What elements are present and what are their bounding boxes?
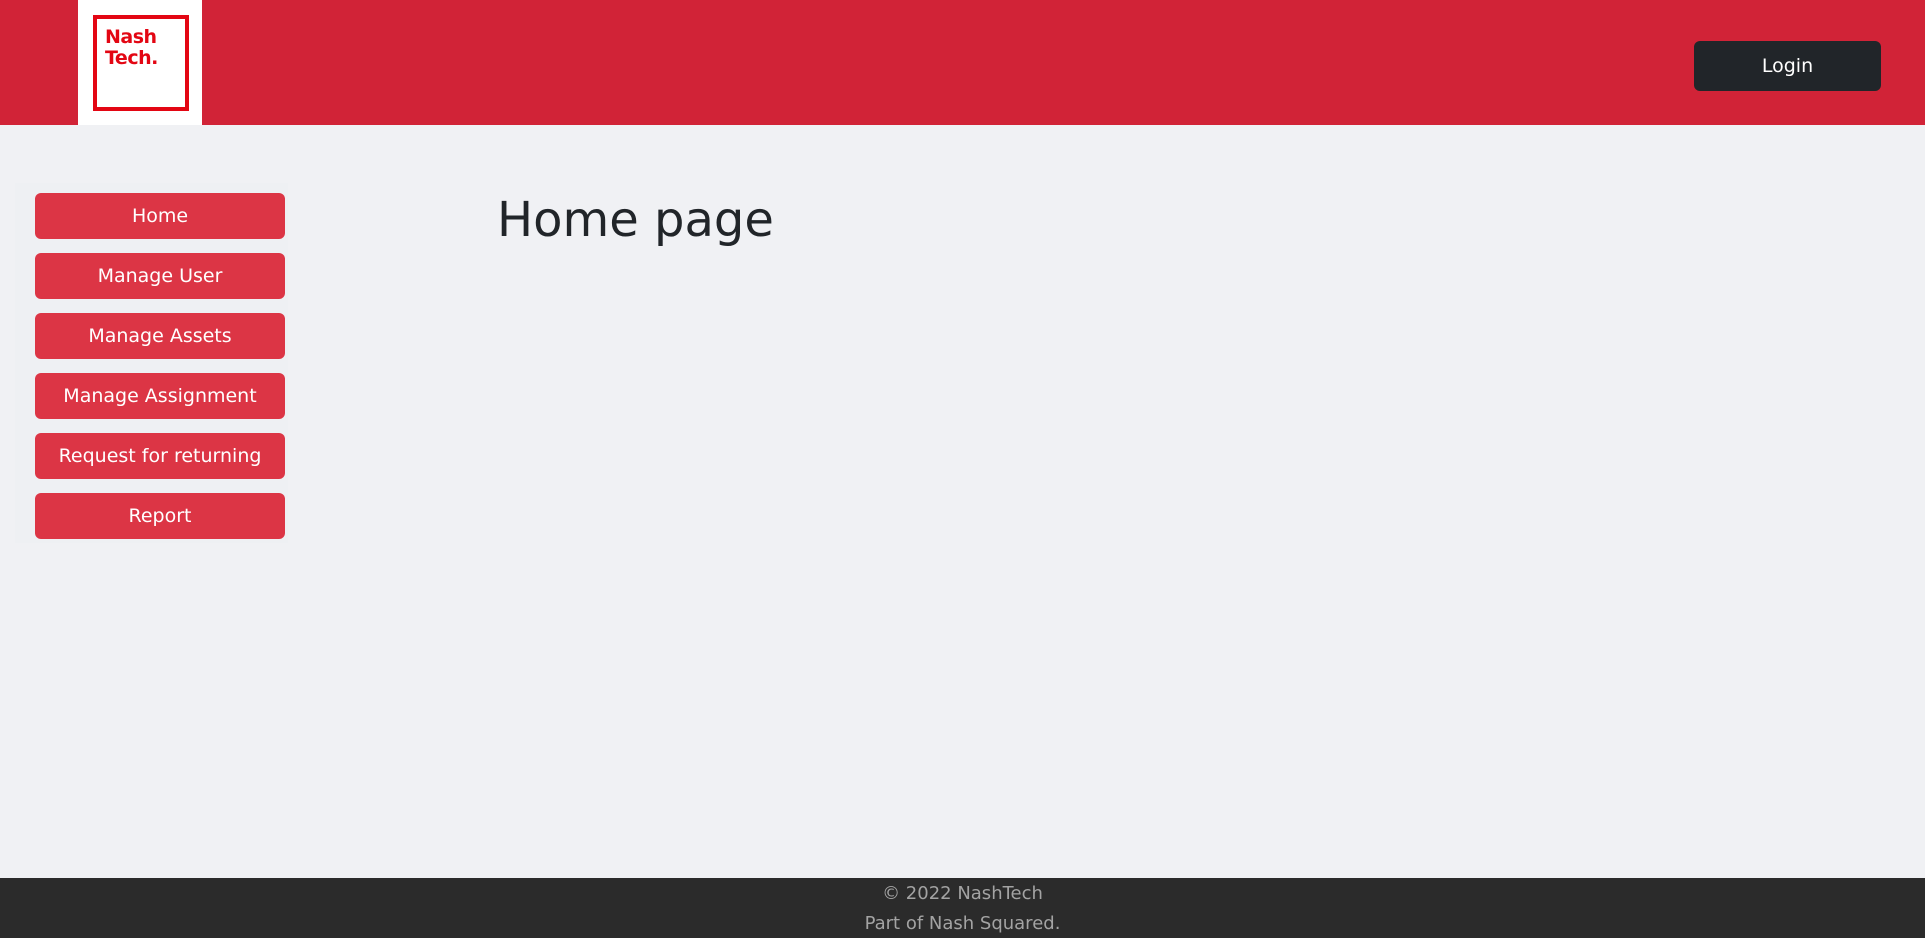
footer-tagline: Part of Nash Squared.: [864, 913, 1061, 934]
sidebar-item-request-for-returning[interactable]: Request for returning: [35, 433, 285, 479]
sidebar-item-manage-assets[interactable]: Manage Assets: [35, 313, 285, 359]
logo-text-line1: Nash: [105, 26, 157, 48]
sidebar-item-home[interactable]: Home: [35, 193, 285, 239]
page-title: Home page: [497, 192, 774, 248]
nashtech-logo[interactable]: Nash Tech.: [78, 0, 202, 125]
logo-frame: Nash Tech.: [93, 15, 189, 111]
logo-text: Nash Tech.: [105, 27, 158, 69]
sidebar-item-report[interactable]: Report: [35, 493, 285, 539]
sidebar-item-manage-assignment[interactable]: Manage Assignment: [35, 373, 285, 419]
sidebar-nav: Home Manage User Manage Assets Manage As…: [15, 183, 288, 543]
logo-text-line2: Tech.: [105, 47, 158, 69]
sidebar-item-manage-user[interactable]: Manage User: [35, 253, 285, 299]
login-button[interactable]: Login: [1694, 41, 1881, 91]
page-footer: © 2022 NashTech Part of Nash Squared.: [0, 878, 1925, 938]
footer-copyright: © 2022 NashTech: [882, 883, 1043, 904]
top-header: Nash Tech. Login: [0, 0, 1925, 125]
